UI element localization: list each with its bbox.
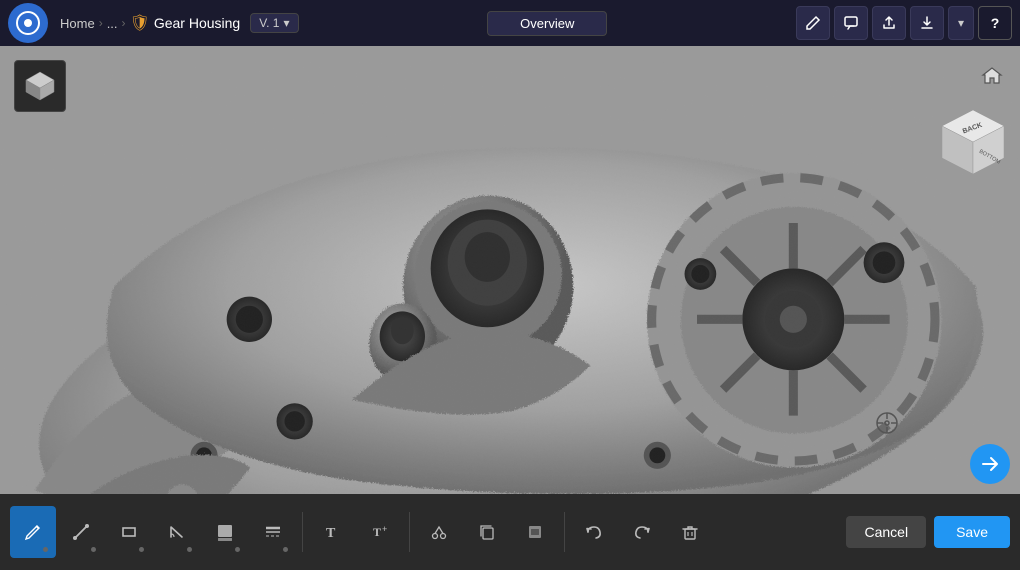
edit-button[interactable] (796, 6, 830, 40)
view-cube-button[interactable] (14, 60, 66, 112)
line-icon (71, 522, 91, 542)
tool-submenu-dot (43, 547, 48, 552)
nav-center: Overview (299, 11, 796, 36)
toolbar-separator-3 (564, 512, 565, 552)
chevron-down-icon: ▾ (958, 16, 964, 30)
action-buttons: Cancel Save (846, 516, 1010, 548)
nav-right-actions: ▾ ? (796, 6, 1012, 40)
copy-tool-button[interactable] (464, 506, 510, 558)
navigation-cube[interactable]: BACK BOTTOM (932, 102, 1014, 184)
rect-icon (119, 522, 139, 542)
navigate-icon (979, 453, 1001, 475)
tool-submenu-dot (91, 547, 96, 552)
fly-to-button[interactable] (970, 444, 1010, 484)
breadcrumb: Home › ... › 🛡 Gear Housing (60, 13, 240, 33)
text-plus-tool-button[interactable]: T + (357, 506, 403, 558)
cut-icon (429, 522, 449, 542)
paste-tool-button[interactable] (512, 506, 558, 558)
redo-button[interactable] (619, 506, 665, 558)
top-navigation: Home › ... › 🛡 Gear Housing V. 1 ▾ Overv… (0, 0, 1020, 46)
draw-icon (23, 522, 43, 542)
logo-button[interactable] (8, 3, 48, 43)
breadcrumb-sep1: › (99, 16, 103, 30)
cut-tool-button[interactable] (416, 506, 462, 558)
undo-icon (584, 522, 604, 542)
rect-tool-button[interactable] (106, 506, 152, 558)
3d-viewport[interactable]: BACK BOTTOM (0, 46, 1020, 570)
breadcrumb-home[interactable]: Home (60, 16, 95, 31)
toolbar-separator-1 (302, 512, 303, 552)
logo-icon (16, 11, 40, 35)
cancel-button[interactable]: Cancel (846, 516, 926, 548)
line-style-icon (263, 522, 283, 542)
svg-text:+: + (382, 524, 387, 534)
breadcrumb-sep2: › (122, 16, 126, 30)
line-style-button[interactable] (250, 506, 296, 558)
3d-model-display (0, 46, 1020, 570)
home-view-button[interactable] (978, 62, 1006, 90)
help-button[interactable]: ? (978, 6, 1012, 40)
cube-icon (22, 68, 58, 104)
comment-icon (843, 15, 859, 31)
paste-icon (525, 522, 545, 542)
svg-text:T: T (373, 525, 381, 539)
breadcrumb-dots[interactable]: ... (107, 16, 118, 31)
tool-submenu-dot (235, 547, 240, 552)
line-tool-button[interactable] (58, 506, 104, 558)
copy-icon (477, 522, 497, 542)
delete-icon (680, 522, 700, 542)
tool-submenu-dot (139, 547, 144, 552)
question-icon: ? (991, 15, 1000, 31)
delete-button[interactable] (667, 506, 713, 558)
download-icon (919, 15, 935, 31)
fill-color-button[interactable] (202, 506, 248, 558)
shield-icon: 🛡 (130, 13, 150, 33)
text-icon: T (322, 522, 342, 542)
angle-tool-button[interactable] (154, 506, 200, 558)
save-button[interactable]: Save (934, 516, 1010, 548)
draw-tool-button[interactable] (10, 506, 56, 558)
share-button[interactable] (872, 6, 906, 40)
tool-submenu-dot (283, 547, 288, 552)
redo-icon (632, 522, 652, 542)
tool-submenu-dot (187, 547, 192, 552)
overview-button[interactable]: Overview (487, 11, 607, 36)
more-dropdown-button[interactable]: ▾ (948, 6, 974, 40)
version-selector[interactable]: V. 1 ▾ (250, 13, 298, 33)
edit-icon (805, 15, 821, 31)
angle-icon (167, 522, 187, 542)
crosshair-icon (874, 410, 900, 442)
share-icon (881, 15, 897, 31)
svg-text:T: T (326, 526, 336, 541)
text-plus-icon: T + (370, 522, 390, 542)
page-title: Gear Housing (154, 15, 240, 31)
fill-icon (215, 522, 235, 542)
annotation-toolbar: T T + (0, 494, 1020, 570)
comment-button[interactable] (834, 6, 868, 40)
home-icon (981, 65, 1003, 87)
undo-button[interactable] (571, 506, 617, 558)
text-tool-button[interactable]: T (309, 506, 355, 558)
toolbar-separator-2 (409, 512, 410, 552)
download-button[interactable] (910, 6, 944, 40)
